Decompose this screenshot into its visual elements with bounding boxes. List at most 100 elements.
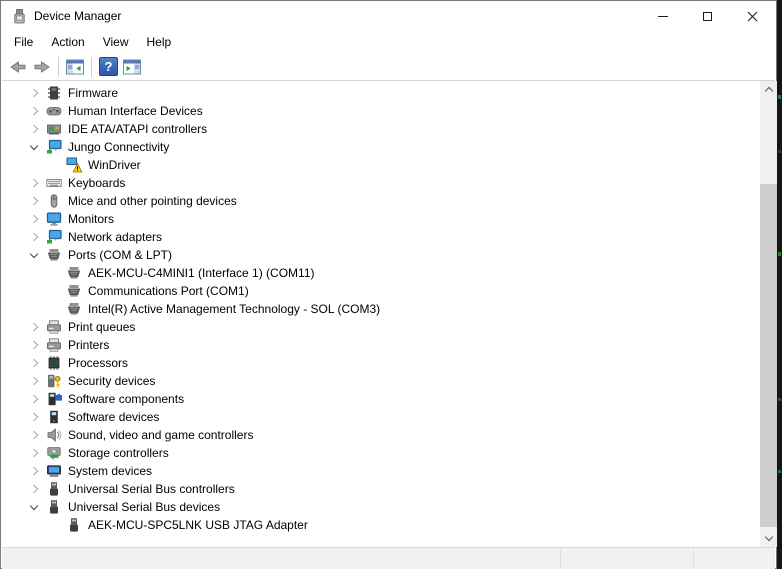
scrollbar-thumb[interactable] — [760, 184, 777, 527]
scroll-up-button[interactable] — [760, 81, 777, 98]
maximize-button[interactable] — [685, 2, 730, 31]
tree-item-keyboards[interactable]: Keyboards — [2, 174, 760, 192]
expand-toggle[interactable] — [26, 408, 46, 426]
minimize-button[interactable] — [640, 2, 685, 31]
tree-item-security-devices[interactable]: Security devices — [2, 372, 760, 390]
tree-item-label[interactable]: System devices — [68, 462, 152, 480]
tree-item-intel-r-active-management-technology-sol-com3[interactable]: Intel(R) Active Management Technology - … — [2, 300, 760, 318]
forward-button[interactable] — [30, 55, 54, 79]
expand-toggle[interactable] — [26, 174, 46, 192]
expand-toggle[interactable] — [26, 84, 46, 102]
tree-item-label[interactable]: IDE ATA/ATAPI controllers — [68, 120, 207, 138]
scroll-down-button[interactable] — [760, 530, 777, 547]
vertical-scrollbar[interactable] — [760, 81, 777, 547]
chevron-collapsed-icon — [29, 466, 39, 476]
tree-item-label[interactable]: Software devices — [68, 408, 159, 426]
tree-item-label[interactable]: Software components — [68, 390, 184, 408]
tree-item-firmware[interactable]: Firmware — [2, 84, 760, 102]
ide-controller-icon — [46, 121, 62, 137]
tree-item-storage-controllers[interactable]: Storage controllers — [2, 444, 760, 462]
tree-item-label[interactable]: Monitors — [68, 210, 114, 228]
tree-item-processors[interactable]: Processors — [2, 354, 760, 372]
tree-item-label[interactable]: Printers — [68, 336, 109, 354]
menu-item-help[interactable]: Help — [138, 31, 181, 53]
expand-toggle[interactable] — [26, 228, 46, 246]
tree-item-communications-port-com1[interactable]: Communications Port (COM1) — [2, 282, 760, 300]
tree-item-label[interactable]: Network adapters — [68, 228, 162, 246]
chevron-up-icon — [764, 86, 773, 96]
tree-item-aek-mcu-c4mini1-interface-1-com11[interactable]: AEK-MCU-C4MINI1 (Interface 1) (COM11) — [2, 264, 760, 282]
tree-item-label[interactable]: Universal Serial Bus controllers — [68, 480, 235, 498]
tree-item-human-interface-devices[interactable]: Human Interface Devices — [2, 102, 760, 120]
menu-item-action[interactable]: Action — [42, 31, 93, 53]
tree-item-label[interactable]: Firmware — [68, 84, 118, 102]
tree-item-label[interactable]: WinDriver — [88, 156, 141, 174]
tree-item-software-components[interactable]: Software components — [2, 390, 760, 408]
expand-toggle[interactable] — [26, 192, 46, 210]
tree-item-software-devices[interactable]: Software devices — [2, 408, 760, 426]
expand-toggle[interactable] — [26, 426, 46, 444]
tree-item-label[interactable]: Communications Port (COM1) — [88, 282, 249, 300]
tree-item-mice-and-other-pointing-devices[interactable]: Mice and other pointing devices — [2, 192, 760, 210]
expand-toggle[interactable] — [26, 318, 46, 336]
tree-item-system-devices[interactable]: System devices — [2, 462, 760, 480]
expand-toggle[interactable] — [26, 102, 46, 120]
expand-toggle[interactable] — [26, 246, 46, 264]
close-button[interactable] — [730, 2, 775, 31]
menu-item-file[interactable]: File — [5, 31, 42, 53]
expand-toggle[interactable] — [26, 462, 46, 480]
tree-item-label[interactable]: Processors — [68, 354, 128, 372]
tree-item-ide-ata-atapi-controllers[interactable]: IDE ATA/ATAPI controllers — [2, 120, 760, 138]
tree-item-ports-com-lpt[interactable]: Ports (COM & LPT) — [2, 246, 760, 264]
expand-toggle[interactable] — [26, 120, 46, 138]
tree-item-jungo-connectivity[interactable]: Jungo Connectivity — [2, 138, 760, 156]
tree-item-monitors[interactable]: Monitors — [2, 210, 760, 228]
tree-item-label[interactable]: Human Interface Devices — [68, 102, 203, 120]
tree-item-label[interactable]: Storage controllers — [68, 444, 169, 462]
expand-toggle[interactable] — [26, 210, 46, 228]
tree-item-label[interactable]: Universal Serial Bus devices — [68, 498, 220, 516]
usb-plug-icon — [46, 481, 62, 497]
expand-toggle[interactable] — [26, 336, 46, 354]
tree-item-label[interactable]: Mice and other pointing devices — [68, 192, 237, 210]
expand-toggle[interactable] — [26, 138, 46, 156]
title-bar[interactable]: Device Manager — [2, 2, 775, 31]
properties-button[interactable] — [120, 55, 144, 79]
tree-item-label[interactable]: Keyboards — [68, 174, 125, 192]
tree-item-label[interactable]: Ports (COM & LPT) — [68, 246, 172, 264]
show-console-tree-button[interactable] — [63, 55, 87, 79]
tree-item-network-adapters[interactable]: Network adapters — [2, 228, 760, 246]
tree-item-universal-serial-bus-devices[interactable]: Universal Serial Bus devices — [2, 498, 760, 516]
tree-item-label[interactable]: Print queues — [68, 318, 135, 336]
tree-item-aek-mcu-spc5lnk-usb-jtag-adapter[interactable]: AEK-MCU-SPC5LNK USB JTAG Adapter — [2, 516, 760, 534]
expand-toggle[interactable] — [26, 444, 46, 462]
firmware-chip-icon — [46, 85, 62, 101]
tree-item-universal-serial-bus-controllers[interactable]: Universal Serial Bus controllers — [2, 480, 760, 498]
expand-toggle[interactable] — [26, 498, 46, 516]
tree-item-sound-video-and-game-controllers[interactable]: Sound, video and game controllers — [2, 426, 760, 444]
tree-item-label[interactable]: Security devices — [68, 372, 155, 390]
tree-item-print-queues[interactable]: Print queues — [2, 318, 760, 336]
chevron-expanded-icon — [29, 501, 39, 510]
keyboard-icon — [46, 175, 62, 191]
expand-toggle[interactable] — [26, 372, 46, 390]
chevron-expanded-icon — [29, 141, 39, 150]
menu-item-view[interactable]: View — [94, 31, 138, 53]
serial-port-icon — [66, 265, 82, 281]
expand-toggle[interactable] — [26, 354, 46, 372]
tree-item-label[interactable]: AEK-MCU-SPC5LNK USB JTAG Adapter — [88, 516, 308, 534]
chevron-collapsed-icon — [29, 88, 39, 98]
expand-toggle[interactable] — [26, 480, 46, 498]
expand-toggle[interactable] — [26, 390, 46, 408]
back-button[interactable] — [6, 55, 30, 79]
tree-item-label[interactable]: Sound, video and game controllers — [68, 426, 253, 444]
tree-item-label[interactable]: Intel(R) Active Management Technology - … — [88, 300, 380, 318]
tree-item-label[interactable]: Jungo Connectivity — [68, 138, 169, 156]
tree-item-printers[interactable]: Printers — [2, 336, 760, 354]
tree-item-label[interactable]: AEK-MCU-C4MINI1 (Interface 1) (COM11) — [88, 264, 314, 282]
help-button[interactable]: ? — [96, 55, 120, 79]
tree-item-windriver[interactable]: WinDriver — [2, 156, 760, 174]
